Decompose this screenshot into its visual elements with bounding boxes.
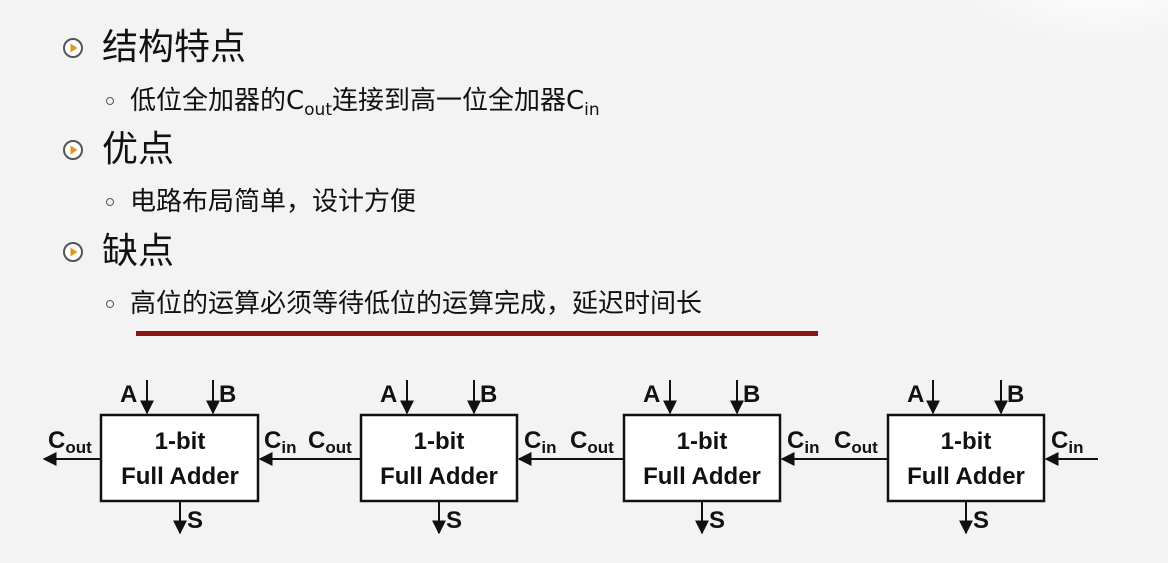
bullet-advantages: 电路布局简单，设计方便 bbox=[106, 184, 416, 220]
section-structure: 结构特点 bbox=[62, 24, 246, 72]
hollow-dot-icon bbox=[106, 300, 114, 308]
bullet-structure: 低位全加器的Cout连接到高一位全加器Cin bbox=[106, 83, 600, 119]
cin-label: Cin bbox=[264, 427, 296, 457]
input-a-label: A bbox=[643, 381, 660, 408]
full-adder-block-1: 1-bit Full Adder bbox=[99, 413, 260, 503]
svg-text:Full Adder: Full Adder bbox=[643, 463, 761, 490]
disadvantages-text: 高位的运算必须等待低位的运算完成，延迟时间长 bbox=[130, 289, 703, 319]
cin-label: Cin bbox=[1051, 427, 1083, 457]
cout-label: Cout bbox=[48, 427, 92, 457]
heading-structure: 结构特点 bbox=[102, 27, 247, 68]
ripple-carry-adder-diagram: 1-bit Full Adder A B S Cout Cin 1-bit Fu… bbox=[42, 380, 1098, 535]
input-a-label: A bbox=[120, 381, 137, 408]
input-a-label: A bbox=[907, 381, 924, 408]
play-circle-icon bbox=[63, 38, 83, 58]
output-s-label: S bbox=[446, 507, 462, 534]
section-disadvantages: 缺点 bbox=[62, 228, 174, 276]
input-b-label: B bbox=[219, 381, 236, 408]
input-b-label: B bbox=[1007, 381, 1024, 408]
input-a-label: A bbox=[380, 381, 397, 408]
play-circle-icon bbox=[63, 242, 83, 262]
heading-advantages: 优点 bbox=[102, 129, 175, 170]
output-s-label: S bbox=[709, 507, 725, 534]
input-b-label: B bbox=[480, 381, 497, 408]
svg-text:1-bit: 1-bit bbox=[155, 428, 206, 455]
output-s-label: S bbox=[973, 507, 989, 534]
full-adder-block-4: 1-bit Full Adder bbox=[886, 413, 1046, 503]
full-adder-block-3: 1-bit Full Adder bbox=[622, 413, 782, 503]
input-b-label: B bbox=[743, 381, 760, 408]
highlight-underline bbox=[136, 331, 818, 336]
bullet-disadvantages: 高位的运算必须等待低位的运算完成，延迟时间长 bbox=[106, 286, 702, 322]
cin-label: Cin bbox=[787, 427, 819, 457]
cin-label: Cin bbox=[524, 427, 556, 457]
svg-text:1-bit: 1-bit bbox=[414, 428, 465, 455]
svg-text:Full Adder: Full Adder bbox=[121, 463, 239, 490]
play-circle-icon bbox=[63, 140, 83, 160]
svg-text:1-bit: 1-bit bbox=[941, 428, 992, 455]
cout-label: Cout bbox=[834, 427, 878, 457]
output-s-label: S bbox=[187, 507, 203, 534]
svg-text:1-bit: 1-bit bbox=[677, 428, 728, 455]
structure-text: 低位全加器的Cout连接到高一位全加器Cin bbox=[130, 86, 600, 120]
svg-text:Full Adder: Full Adder bbox=[380, 463, 498, 490]
full-adder-block-2: 1-bit Full Adder bbox=[359, 413, 519, 503]
section-advantages: 优点 bbox=[62, 126, 174, 174]
cout-label: Cout bbox=[570, 427, 614, 457]
svg-text:Full Adder: Full Adder bbox=[907, 463, 1025, 490]
advantages-text: 电路布局简单，设计方便 bbox=[130, 187, 417, 217]
corner-decoration bbox=[948, 0, 1168, 50]
cout-label: Cout bbox=[308, 427, 352, 457]
heading-disadvantages: 缺点 bbox=[102, 231, 175, 272]
hollow-dot-icon bbox=[106, 198, 114, 206]
hollow-dot-icon bbox=[106, 97, 114, 105]
